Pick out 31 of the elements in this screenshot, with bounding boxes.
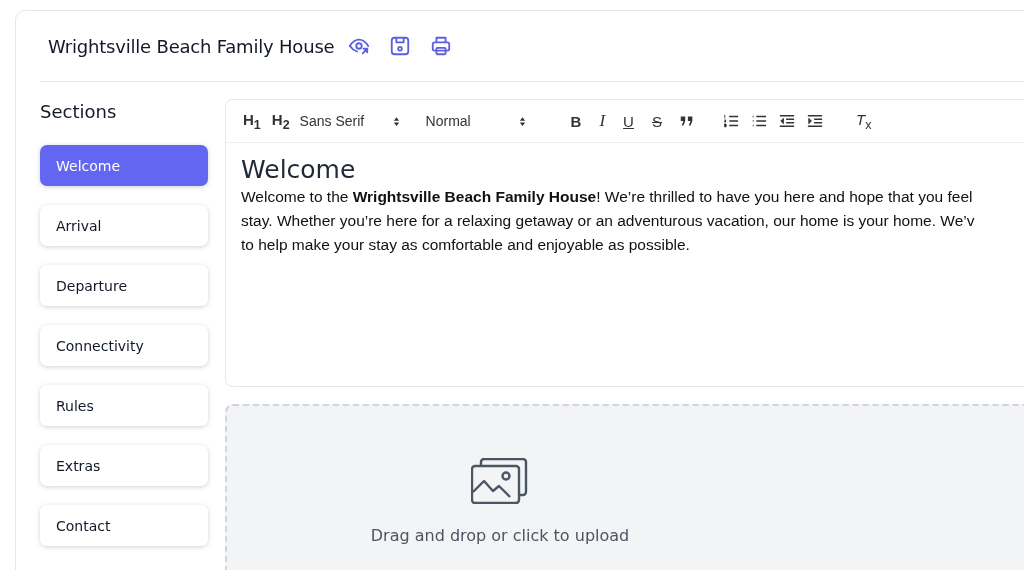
section-item[interactable]: Contact: [40, 505, 208, 546]
indent-icon[interactable]: [806, 113, 823, 129]
italic-button[interactable]: I: [594, 111, 611, 131]
print-icon[interactable]: [430, 35, 453, 57]
section-item[interactable]: Departure: [40, 265, 208, 306]
editor-heading: Welcome: [241, 155, 357, 185]
select-dropdown[interactable]: Normal: [421, 113, 532, 129]
clear-format-button[interactable]: T$_{x}$: [850, 110, 877, 132]
heading-button[interactable]: H$_{1}$: [238, 110, 266, 132]
welcome-paragraph: Welcome to the Wrightsville Beach Family House! We’re thrilled to have you here and hope that you feel stay. Whether you’re here for a relaxing getaway or an adventurous vacation, our home is your home. We’v to help make your stay as comfortable and enjoyable as possible.: [241, 187, 976, 255]
section-item[interactable]: Rules: [40, 385, 208, 426]
strikethrough-button[interactable]: S: [646, 112, 667, 130]
section-item[interactable]: Welcome: [40, 145, 208, 186]
upload-dropzone[interactable]: Drag and drop or click to upload: [225, 404, 1024, 570]
outdent-icon[interactable]: [778, 113, 795, 129]
page-title: Wrightsville Beach Family House: [48, 35, 335, 57]
updown-icon: [392, 115, 400, 127]
updown-icon: [518, 115, 526, 127]
section-item[interactable]: Arrival: [40, 205, 208, 246]
heading-button[interactable]: H$_{2}$: [266, 110, 295, 132]
section-item[interactable]: Extras: [40, 445, 208, 486]
section-item[interactable]: Connectivity: [40, 325, 208, 366]
select-dropdown[interactable]: Sans Serif: [295, 113, 406, 129]
sections-heading: Sections: [40, 101, 118, 124]
bold-button[interactable]: B: [565, 112, 587, 130]
save-icon[interactable]: [389, 35, 412, 57]
upload-hint: Drag and drop or click to upload: [370, 526, 630, 545]
bullet-list-icon[interactable]: [750, 113, 767, 129]
image-icon: [471, 458, 529, 504]
numbered-list-icon[interactable]: [722, 113, 739, 129]
underline-button[interactable]: U: [618, 112, 639, 130]
